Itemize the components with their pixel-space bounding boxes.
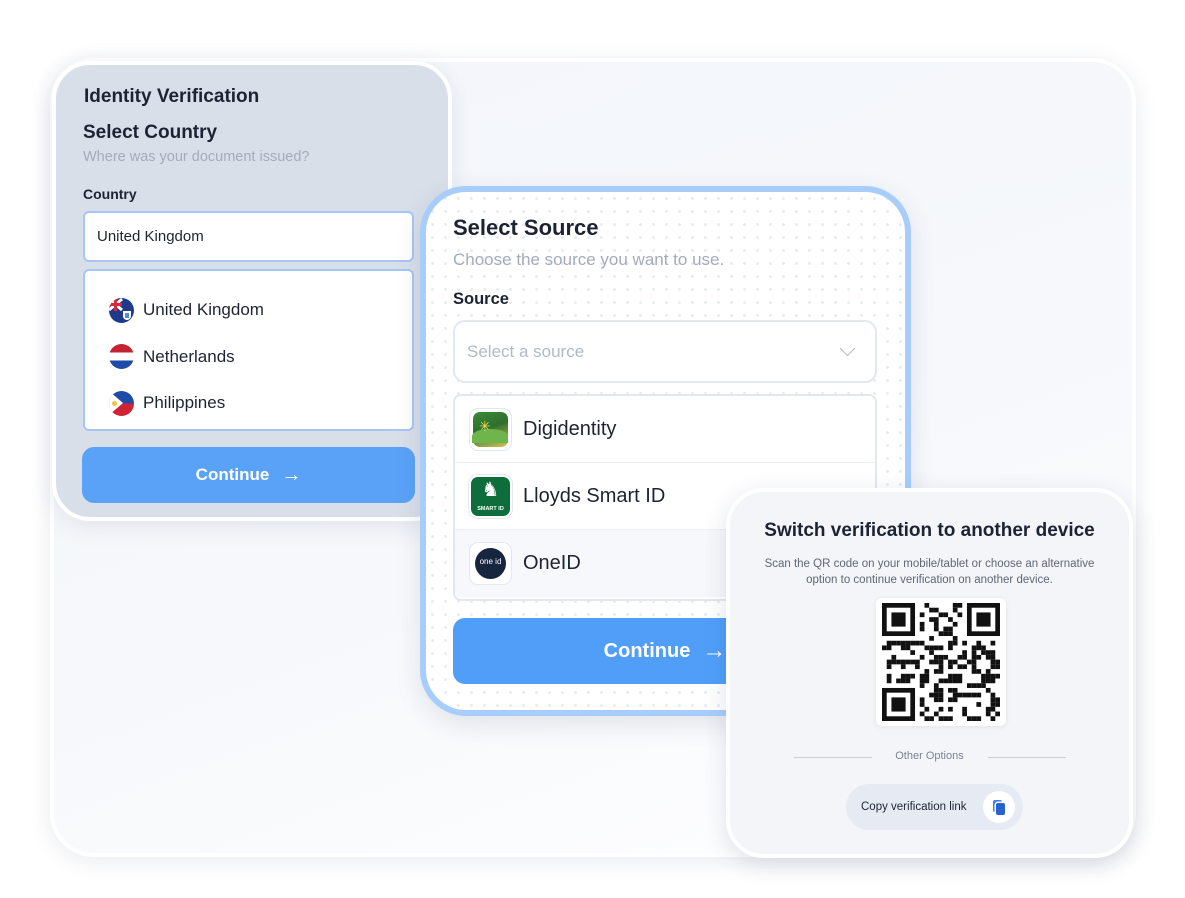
digidentity-logo-icon: ✳ (469, 407, 512, 451)
copy-icon (983, 791, 1015, 823)
arrow-right-icon: → (702, 637, 727, 664)
uk-flag-icon (109, 297, 134, 323)
switch-device-description: Scan the QR code on your mobile/tablet o… (764, 558, 1095, 586)
country-dropdown-list: United Kingdom Netherlands Philippines (83, 269, 414, 431)
oneid-logo-icon: one id (469, 542, 512, 585)
continue-label: Continue (603, 639, 691, 662)
country-option-united-kingdom[interactable]: United Kingdom (85, 287, 412, 334)
chevron-down-icon (839, 340, 856, 357)
source-title: Select Source (453, 215, 599, 240)
section-title: Select Country (83, 122, 218, 143)
philippines-flag-icon (109, 390, 134, 416)
app-title: Identity Verification (84, 86, 260, 107)
section-subtitle: Where was your document issued? (83, 149, 310, 165)
copy-verification-link-button[interactable]: Copy verification link (846, 784, 1023, 830)
copy-link-label: Copy verification link (861, 801, 967, 813)
lloyds-logo-icon: ♞ SMART ID (469, 474, 512, 518)
source-option-label: Digidentity (523, 417, 617, 440)
country-option-label: Netherlands (143, 346, 235, 366)
source-option-label: OneID (523, 552, 581, 574)
source-subtitle: Choose the source you want to use. (453, 250, 725, 269)
country-option-label: Philippines (143, 393, 226, 413)
qr-code-icon (882, 603, 1000, 721)
continue-label: Continue (195, 465, 270, 484)
country-option-netherlands[interactable]: Netherlands (85, 334, 412, 381)
country-option-philippines[interactable]: Philippines (85, 380, 412, 427)
divider-right (988, 757, 1066, 758)
switch-device-title: Switch verification to another device (764, 520, 1095, 541)
country-continue-button[interactable]: Continue → (82, 447, 415, 503)
netherlands-flag-icon (109, 344, 134, 370)
arrow-right-icon: → (281, 464, 302, 486)
country-input[interactable] (83, 211, 414, 262)
source-select[interactable]: Select a source (453, 320, 877, 383)
other-options-label: Other Options (895, 750, 964, 762)
identity-verification-card: Identity Verification Select Country Whe… (52, 61, 452, 521)
qr-code (876, 598, 1006, 726)
source-select-placeholder: Select a source (467, 341, 585, 361)
source-option-label: Lloyds Smart ID (523, 484, 666, 507)
country-option-label: United Kingdom (143, 300, 264, 320)
switch-device-card: Switch verification to another device Sc… (726, 488, 1133, 858)
source-option-digidentity[interactable]: ✳ Digidentity (455, 396, 875, 463)
source-field-label: Source (453, 290, 509, 308)
country-field-label: Country (83, 186, 137, 202)
